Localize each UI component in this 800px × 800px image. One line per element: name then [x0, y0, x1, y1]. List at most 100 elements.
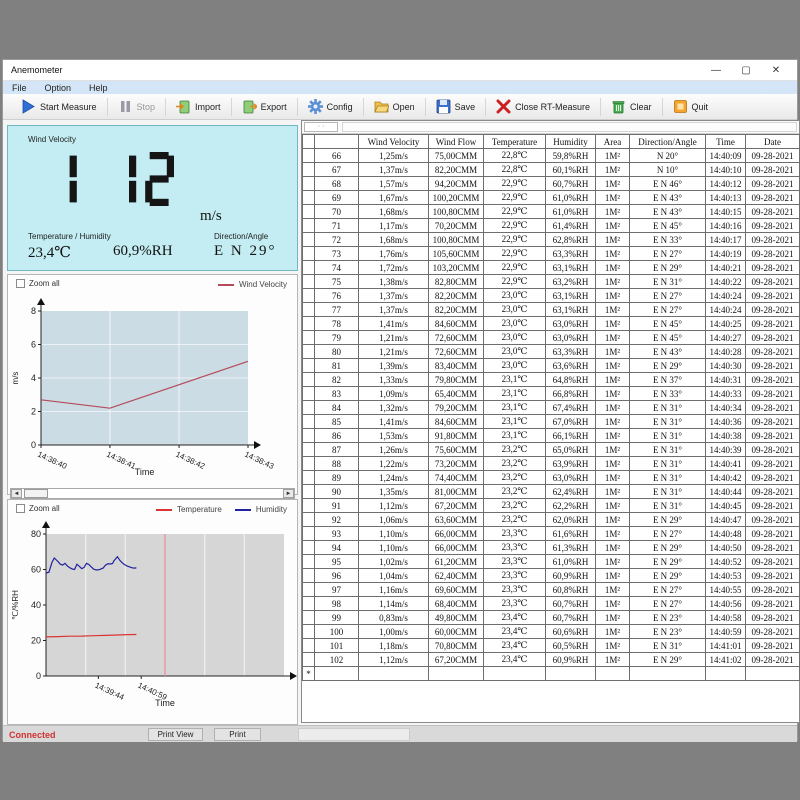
- cell[interactable]: 1,37m/s: [359, 303, 429, 317]
- cell[interactable]: 1,37m/s: [359, 163, 429, 177]
- cell[interactable]: 94,20CMM: [429, 177, 484, 191]
- cell[interactable]: 84,60CMM: [429, 415, 484, 429]
- cell[interactable]: E N 45°: [630, 219, 706, 233]
- cell[interactable]: 1,33m/s: [359, 373, 429, 387]
- table-row[interactable]: 661,25m/s75,00CMM22,8℃59,8%RH1M²N 20°14:…: [303, 149, 800, 163]
- row-number[interactable]: 68: [315, 177, 359, 191]
- cell[interactable]: 14:40:30: [706, 359, 746, 373]
- cell[interactable]: 09-28-2021: [746, 583, 800, 597]
- cell[interactable]: 1,04m/s: [359, 569, 429, 583]
- menu-option[interactable]: Option: [36, 83, 81, 93]
- cell[interactable]: 1M²: [596, 149, 630, 163]
- cell[interactable]: 63,60CMM: [429, 513, 484, 527]
- cell[interactable]: 14:40:31: [706, 373, 746, 387]
- cell[interactable]: 1M²: [596, 583, 630, 597]
- cell[interactable]: 74,40CMM: [429, 471, 484, 485]
- cell[interactable]: [359, 667, 429, 681]
- cell[interactable]: 60,5%RH: [546, 639, 596, 653]
- cell[interactable]: 14:40:13: [706, 191, 746, 205]
- row-number[interactable]: 71: [315, 219, 359, 233]
- cell[interactable]: 14:40:28: [706, 345, 746, 359]
- cell[interactable]: 1M²: [596, 597, 630, 611]
- cell[interactable]: 84,60CMM: [429, 317, 484, 331]
- row-number[interactable]: 89: [315, 471, 359, 485]
- cell[interactable]: 1,72m/s: [359, 261, 429, 275]
- row-number[interactable]: 74: [315, 261, 359, 275]
- cell[interactable]: 1,37m/s: [359, 289, 429, 303]
- row-number[interactable]: 79: [315, 331, 359, 345]
- cell[interactable]: [746, 667, 800, 681]
- temp-humidity-chart[interactable]: 02040608014:39:4414:40:59℃/%RHTime: [8, 520, 297, 720]
- row-number[interactable]: 85: [315, 415, 359, 429]
- table-row[interactable]: 691,67m/s100,20CMM22,9℃61,0%RH1M²E N 43°…: [303, 191, 800, 205]
- cell[interactable]: E N 43°: [630, 205, 706, 219]
- row-number[interactable]: 84: [315, 401, 359, 415]
- cell[interactable]: 14:40:24: [706, 289, 746, 303]
- table-row[interactable]: 821,33m/s79,80CMM23,1℃64,8%RH1M²E N 37°1…: [303, 373, 800, 387]
- cell[interactable]: E N 31°: [630, 415, 706, 429]
- cell[interactable]: 1M²: [596, 401, 630, 415]
- menu-file[interactable]: File: [3, 83, 36, 93]
- cell[interactable]: 69,60CMM: [429, 583, 484, 597]
- cell[interactable]: 1M²: [596, 247, 630, 261]
- cell[interactable]: 09-28-2021: [746, 317, 800, 331]
- cell[interactable]: 09-28-2021: [746, 597, 800, 611]
- zoom-all-checkbox-1[interactable]: Zoom all: [16, 279, 60, 288]
- cell[interactable]: 09-28-2021: [746, 611, 800, 625]
- row-number[interactable]: 98: [315, 597, 359, 611]
- cell[interactable]: 65,40CMM: [429, 387, 484, 401]
- cell[interactable]: 1M²: [596, 471, 630, 485]
- cell[interactable]: 59,8%RH: [546, 149, 596, 163]
- table-row[interactable]: 871,26m/s75,60CMM23,2℃65,0%RH1M²E N 31°1…: [303, 443, 800, 457]
- cell[interactable]: 61,0%RH: [546, 191, 596, 205]
- table-row[interactable]: 1011,18m/s70,80CMM23,4℃60,5%RH1M²E N 31°…: [303, 639, 800, 653]
- cell[interactable]: 1M²: [596, 177, 630, 191]
- cell[interactable]: 14:40:19: [706, 247, 746, 261]
- table-row[interactable]: 811,39m/s83,40CMM23,0℃63,6%RH1M²E N 29°1…: [303, 359, 800, 373]
- cell[interactable]: 0,83m/s: [359, 611, 429, 625]
- cell[interactable]: E N 46°: [630, 177, 706, 191]
- cell[interactable]: 1,22m/s: [359, 457, 429, 471]
- row-selector[interactable]: [303, 205, 315, 219]
- minimize-button[interactable]: —: [701, 60, 731, 81]
- cell[interactable]: 62,40CMM: [429, 569, 484, 583]
- table-row[interactable]: 741,72m/s103,20CMM22,9℃63,1%RH1M²E N 29°…: [303, 261, 800, 275]
- row-selector[interactable]: [303, 625, 315, 639]
- cell[interactable]: 67,0%RH: [546, 415, 596, 429]
- cell[interactable]: 1,57m/s: [359, 177, 429, 191]
- row-number[interactable]: 90: [315, 485, 359, 499]
- row-selector[interactable]: [303, 541, 315, 555]
- table-row[interactable]: 761,37m/s82,20CMM23,0℃63,1%RH1M²E N 27°1…: [303, 289, 800, 303]
- cell[interactable]: E N 31°: [630, 443, 706, 457]
- cell[interactable]: 1M²: [596, 219, 630, 233]
- cell[interactable]: 09-28-2021: [746, 527, 800, 541]
- row-selector[interactable]: [303, 499, 315, 513]
- cell[interactable]: 09-28-2021: [746, 471, 800, 485]
- row-number[interactable]: 93: [315, 527, 359, 541]
- cell[interactable]: 1,10m/s: [359, 541, 429, 555]
- row-number[interactable]: 96: [315, 569, 359, 583]
- cell[interactable]: 1,16m/s: [359, 583, 429, 597]
- cell[interactable]: 09-28-2021: [746, 149, 800, 163]
- row-selector[interactable]: [303, 401, 315, 415]
- cell[interactable]: E N 43°: [630, 191, 706, 205]
- cell[interactable]: 14:40:47: [706, 513, 746, 527]
- cell[interactable]: 09-28-2021: [746, 457, 800, 471]
- cell[interactable]: 09-28-2021: [746, 205, 800, 219]
- cell[interactable]: 23,4℃: [484, 625, 546, 639]
- column-header-humidity[interactable]: Humidity: [546, 135, 596, 149]
- cell[interactable]: 70,20CMM: [429, 219, 484, 233]
- cell[interactable]: 1M²: [596, 373, 630, 387]
- cell[interactable]: 23,4℃: [484, 653, 546, 667]
- cell[interactable]: 09-28-2021: [746, 359, 800, 373]
- row-selector[interactable]: [303, 331, 315, 345]
- cell[interactable]: E N 29°: [630, 261, 706, 275]
- row-number[interactable]: 70: [315, 205, 359, 219]
- row-number[interactable]: 80: [315, 345, 359, 359]
- cell[interactable]: 63,3%RH: [546, 345, 596, 359]
- cell[interactable]: 1M²: [596, 303, 630, 317]
- cell[interactable]: 1M²: [596, 611, 630, 625]
- cell[interactable]: 14:40:48: [706, 527, 746, 541]
- grid-top-tab[interactable]: · ·: [304, 122, 338, 132]
- cell[interactable]: 23,1℃: [484, 415, 546, 429]
